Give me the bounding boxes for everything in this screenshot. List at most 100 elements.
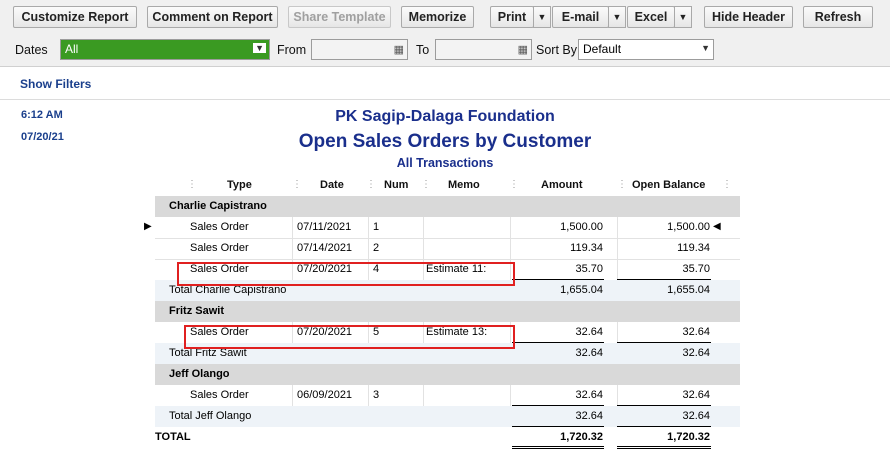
- open-balance-cell: 1,500.00: [667, 221, 710, 233]
- column-separator[interactable]: ⋮: [722, 179, 732, 190]
- double-underline: [617, 448, 711, 449]
- column-separator[interactable]: ⋮: [187, 179, 197, 190]
- open-balance-cell: 32.64: [682, 347, 710, 359]
- cell-divider: [423, 238, 424, 259]
- cell-divider: [617, 385, 618, 406]
- row-pointer-left-icon: ◀: [713, 221, 721, 232]
- cell-divider: [368, 385, 369, 406]
- highlight-box: [184, 325, 515, 349]
- num-cell: 1: [373, 221, 380, 233]
- dates-label: Dates: [15, 43, 48, 57]
- cell-divider: [368, 217, 369, 238]
- amount-cell: 1,720.32: [560, 431, 603, 443]
- sort-by-select[interactable]: Default ▼: [578, 39, 714, 60]
- double-underline: [512, 446, 604, 447]
- group-header-row[interactable]: Fritz Sawit: [155, 301, 740, 322]
- column-separator[interactable]: ⋮: [421, 179, 431, 190]
- table-row[interactable]: Sales Order 07/11/2021 1 1,500.00 1,500.…: [155, 217, 740, 238]
- highlight-box: [177, 262, 515, 286]
- open-balance-cell: 32.64: [682, 410, 710, 422]
- customer-name: Charlie Capistrano: [169, 200, 267, 212]
- to-date-field[interactable]: ▦: [435, 39, 532, 60]
- excel-button[interactable]: Excel: [627, 6, 675, 28]
- customize-report-button[interactable]: Customize Report: [13, 6, 137, 28]
- from-date-field[interactable]: ▦: [311, 39, 408, 60]
- cell-divider: [368, 238, 369, 259]
- double-underline: [617, 446, 711, 447]
- memorize-button[interactable]: Memorize: [401, 6, 474, 28]
- report-toolbar: Customize Report Comment on Report Share…: [0, 0, 890, 37]
- open-balance-cell: 119.34: [677, 242, 710, 254]
- cell-divider: [292, 217, 293, 238]
- amount-cell: 32.64: [575, 326, 603, 338]
- type-cell: Sales Order: [190, 389, 249, 401]
- double-underline: [512, 448, 604, 449]
- email-dropdown-arrow-icon[interactable]: ▼: [608, 6, 626, 28]
- report-subtitle: All Transactions: [396, 156, 494, 170]
- calendar-icon[interactable]: ▦: [394, 43, 404, 56]
- date-cell: 06/09/2021: [297, 389, 353, 401]
- to-label: To: [416, 43, 430, 57]
- total-row[interactable]: Total Jeff Olango 32.64 32.64: [155, 406, 740, 427]
- report-title: Open Sales Orders by Customer: [298, 131, 592, 152]
- dates-value: All: [65, 42, 79, 56]
- group-header-row[interactable]: Charlie Capistrano: [155, 196, 740, 217]
- table-row[interactable]: Sales Order 06/09/2021 3 32.64 32.64: [155, 385, 740, 406]
- amount-cell: 32.64: [575, 389, 603, 401]
- open-balance-cell: 1,655.04: [667, 284, 710, 296]
- chevron-down-icon[interactable]: ▼: [701, 43, 710, 53]
- num-cell: 2: [373, 242, 380, 254]
- hide-header-button[interactable]: Hide Header: [704, 6, 793, 28]
- date-cell: 07/11/2021: [297, 221, 352, 233]
- amount-cell: 32.64: [575, 347, 603, 359]
- company-name: PK Sagip-Dalaga Foundation: [335, 108, 555, 125]
- email-button[interactable]: E-mail: [552, 6, 609, 28]
- column-separator[interactable]: ⋮: [509, 179, 519, 190]
- column-separator[interactable]: ⋮: [292, 179, 302, 190]
- dates-select[interactable]: All ▼: [60, 39, 270, 60]
- chevron-down-icon[interactable]: ▼: [253, 43, 266, 53]
- amount-cell: 35.70: [575, 263, 603, 275]
- cell-divider: [617, 238, 618, 259]
- cell-divider: [510, 385, 511, 406]
- refresh-button[interactable]: Refresh: [803, 6, 873, 28]
- amount-cell: 119.34: [570, 242, 603, 254]
- cell-divider: [292, 238, 293, 259]
- divider: [0, 99, 890, 100]
- print-button[interactable]: Print: [490, 6, 534, 28]
- cell-divider: [423, 385, 424, 406]
- excel-dropdown-arrow-icon[interactable]: ▼: [674, 6, 692, 28]
- cell-divider: [617, 322, 618, 343]
- calendar-icon[interactable]: ▦: [518, 43, 528, 56]
- amount-cell: 1,500.00: [560, 221, 603, 233]
- cell-divider: [617, 259, 618, 280]
- open-balance-cell: 32.64: [682, 326, 710, 338]
- type-cell: Sales Order: [190, 242, 249, 254]
- table-row[interactable]: Sales Order 07/14/2021 2 119.34 119.34: [155, 238, 740, 259]
- cell-divider: [423, 217, 424, 238]
- sort-by-label: Sort By: [536, 43, 577, 57]
- amount-cell: 1,655.04: [560, 284, 603, 296]
- show-filters-link[interactable]: Show Filters: [20, 77, 91, 91]
- total-label: Total Jeff Olango: [169, 410, 252, 422]
- cell-divider: [292, 385, 293, 406]
- filter-bar: Dates All ▼ From ▦ To ▦ Sort By Default …: [0, 36, 890, 67]
- from-label: From: [277, 43, 307, 57]
- share-template-button[interactable]: Share Template: [288, 6, 391, 28]
- open-balance-cell: 35.70: [682, 263, 710, 275]
- customer-name: Jeff Olango: [169, 368, 230, 380]
- amount-cell: 32.64: [575, 410, 603, 422]
- comment-on-report-button[interactable]: Comment on Report: [147, 6, 278, 28]
- column-separator[interactable]: ⋮: [366, 179, 376, 190]
- num-cell: 3: [373, 389, 380, 401]
- column-separator[interactable]: ⋮: [617, 179, 627, 190]
- grand-total-label: TOTAL: [155, 431, 191, 443]
- grand-total-row[interactable]: TOTAL 1,720.32 1,720.32: [155, 427, 740, 448]
- print-dropdown-arrow-icon[interactable]: ▼: [533, 6, 551, 28]
- customer-name: Fritz Sawit: [169, 305, 225, 317]
- row-pointer-icon: ▶: [144, 221, 152, 232]
- cell-divider: [617, 217, 618, 238]
- type-cell: Sales Order: [190, 221, 249, 233]
- open-balance-cell: 32.64: [682, 389, 710, 401]
- group-header-row[interactable]: Jeff Olango: [155, 364, 740, 385]
